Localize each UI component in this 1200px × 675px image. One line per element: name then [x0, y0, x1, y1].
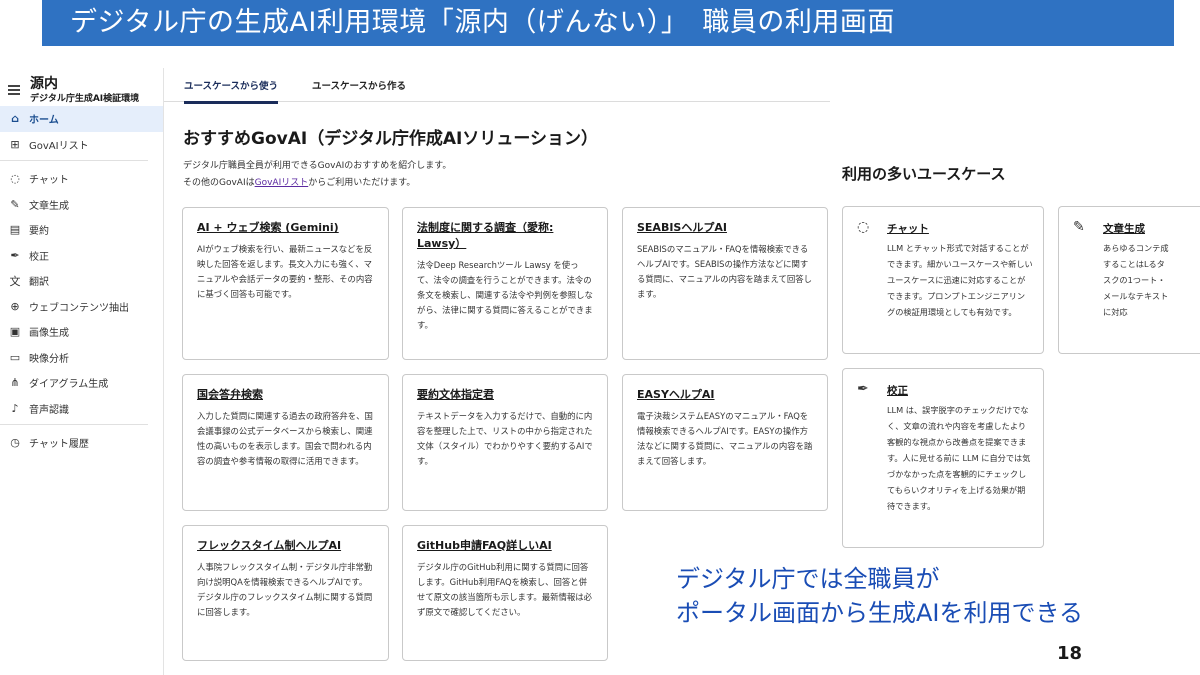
- sidebar-item-label: 映像分析: [29, 353, 69, 365]
- sidebar-item-label: 音声認識: [29, 404, 69, 416]
- video-icon: ▭: [9, 350, 21, 364]
- intro-line-1: デジタル庁職員全員が利用できるGovAIのおすすめを紹介します。: [183, 161, 452, 171]
- globe-icon: ⊕: [10, 299, 20, 313]
- tab-use-from-usecase[interactable]: ユースケースから使う: [184, 78, 279, 104]
- sidebar-item-label: 画像生成: [29, 328, 69, 340]
- intro-text-post: からご利用いただけます。: [308, 178, 416, 188]
- sidebar-item-label: ホーム: [29, 115, 59, 127]
- sidebar: 源内 デジタル庁生成AI検証環境 ⌂ ホーム ⊞ GovAIリスト ◌ チャット…: [0, 68, 164, 675]
- chat-icon: ◌: [10, 172, 20, 186]
- govai-card-easy[interactable]: EASYヘルプAI 電子決裁システムEASYのマニュアル・FAQを情報検索できる…: [622, 374, 828, 511]
- govai-card-seabis[interactable]: SEABISヘルプAI SEABISのマニュアル・FAQを情報検索できるヘルプA…: [622, 207, 828, 360]
- callout-line-1: デジタル庁では全職員が: [676, 565, 940, 593]
- sidebar-item-text-generation[interactable]: ✎ 文章生成: [0, 192, 163, 218]
- brand-name: 源内: [30, 76, 58, 92]
- card-description: SEABISのマニュアル・FAQを情報検索できるヘルプAIです。SEABISの操…: [637, 244, 812, 299]
- tab-create-from-usecase[interactable]: ユースケースから作る: [312, 78, 406, 101]
- home-icon: ⌂: [11, 112, 19, 126]
- sidebar-item-speech-recognition[interactable]: ♪ 音声認識: [0, 396, 163, 422]
- sidebar-item-label: ダイアグラム生成: [29, 379, 109, 391]
- sidebar-item-chat-history[interactable]: ◷ チャット履歴: [0, 430, 163, 456]
- sidebar-item-video-analysis[interactable]: ▭ 映像分析: [0, 345, 163, 371]
- diagram-icon: ⋔: [10, 376, 20, 390]
- card-description: テキストデータを入力するだけで、自動的に内容を整理した上で、リストの中から指定さ…: [417, 411, 593, 466]
- govai-card-flextime[interactable]: フレックスタイム制ヘルプAI 人事院フレックスタイム制・デジタル庁非常勤向け説明…: [182, 525, 389, 661]
- translate-icon: 文: [9, 274, 21, 288]
- sidebar-nav: ⌂ ホーム ⊞ GovAIリスト ◌ チャット ✎ 文章生成 ▤ 要約 ✒ 校正…: [0, 106, 163, 456]
- brand-subtitle: デジタル庁生成AI検証環境: [30, 94, 140, 104]
- pencil-icon: ✎: [1073, 219, 1085, 235]
- card-description: AIがウェブ検索を行い、最新ニュースなどを反映した回答を返します。長文入力にも強…: [197, 244, 373, 299]
- usecase-description: あらゆるコンテ成することはLるタスクの1つート・メールなテキストに対応: [1103, 243, 1169, 317]
- image-icon: ▣: [9, 325, 21, 339]
- sidebar-item-web-extraction[interactable]: ⊕ ウェブコンテンツ抽出: [0, 294, 163, 320]
- sidebar-divider: [0, 424, 148, 425]
- sidebar-item-chat[interactable]: ◌ チャット: [0, 166, 163, 192]
- card-title[interactable]: GitHub申請FAQ詳しいAI: [417, 538, 593, 554]
- slide-title-banner: デジタル庁の生成AI利用環境「源内（げんない）」 職員の利用画面: [42, 0, 1174, 46]
- usecase-title[interactable]: 校正: [887, 383, 908, 398]
- tab-bar: ユースケースから使う ユースケースから作る: [164, 68, 830, 104]
- slide-title: デジタル庁の生成AI利用環境「源内（げんない）」 職員の利用画面: [70, 7, 895, 38]
- card-description: 電子決裁システムEASYのマニュアル・FAQを情報検索できるヘルプAIです。EA…: [637, 411, 813, 466]
- govai-card-summary-style[interactable]: 要約文体指定君 テキストデータを入力するだけで、自動的に内容を整理した上で、リス…: [402, 374, 608, 511]
- card-title[interactable]: AI + ウェブ検索 (Gemini): [197, 220, 374, 236]
- callout-line-2: ポータル画面から生成AIを利用できる: [676, 599, 1084, 627]
- sidebar-item-summary[interactable]: ▤ 要約: [0, 217, 163, 243]
- usecase-card-text-generation[interactable]: ✎ 文章生成 あらゆるコンテ成することはLるタスクの1つート・メールなテキストに…: [1058, 206, 1200, 354]
- govai-card-diet-answers[interactable]: 国会答弁検索 入力した質問に関連する過去の政府答弁を、国会議事録の公式データベー…: [182, 374, 389, 511]
- sidebar-item-image-generation[interactable]: ▣ 画像生成: [0, 319, 163, 345]
- usecases-heading: 利用の多いユースケース: [842, 165, 1006, 183]
- card-description: 法令Deep Researchツール Lawsy を使って、法令の調査を行うこと…: [417, 260, 593, 330]
- sidebar-item-proofreading[interactable]: ✒ 校正: [0, 243, 163, 269]
- sidebar-item-home[interactable]: ⌂ ホーム: [0, 106, 163, 132]
- sidebar-item-label: 校正: [29, 251, 49, 263]
- grid-icon: ⊞: [10, 137, 20, 151]
- card-title[interactable]: 要約文体指定君: [417, 387, 593, 403]
- govai-card-lawsy[interactable]: 法制度に関する調査（愛称: Lawsy） 法令Deep Researchツール …: [402, 207, 608, 360]
- intro-text-pre: その他のGovAIは: [183, 178, 255, 188]
- sidebar-item-label: 翻訳: [29, 277, 49, 289]
- chat-icon: ◌: [857, 219, 870, 235]
- sidebar-item-label: チャット: [29, 175, 69, 187]
- page-title: おすすめGovAI（デジタル庁作成AIソリューション）: [183, 129, 598, 149]
- usecase-title[interactable]: 文章生成: [1103, 221, 1145, 236]
- callout-text: デジタル庁では全職員が ポータル画面から生成AIを利用できる: [676, 562, 1083, 630]
- usecase-description: LLM とチャット形式で対話することができます。細かいユースケースや新しいユース…: [887, 243, 1033, 317]
- usecase-description: LLM は、誤字脱字のチェックだけでなく、文章の流れや内容を考慮したより客観的な…: [887, 405, 1031, 511]
- history-icon: ◷: [10, 436, 20, 450]
- usecase-title[interactable]: チャット: [887, 221, 929, 236]
- intro-line-2: その他のGovAIはGovAIリストからご利用いただけます。: [183, 175, 451, 192]
- sidebar-item-label: ウェブコンテンツ抽出: [29, 302, 129, 314]
- pen-nib-icon: ✒: [10, 248, 20, 262]
- sidebar-item-label: 文章生成: [29, 200, 69, 212]
- card-description: デジタル庁のGitHub利用に関する質問に回答します。GitHub利用FAQを検…: [417, 562, 593, 617]
- sidebar-item-govai-list[interactable]: ⊞ GovAIリスト: [0, 132, 163, 158]
- card-title[interactable]: フレックスタイム制ヘルプAI: [197, 538, 374, 554]
- govai-card-web-search[interactable]: AI + ウェブ検索 (Gemini) AIがウェブ検索を行い、最新ニュースなど…: [182, 207, 389, 360]
- page-number: 18: [1057, 643, 1083, 664]
- sidebar-item-label: GovAIリスト: [29, 140, 89, 152]
- sidebar-item-translation[interactable]: 文 翻訳: [0, 268, 163, 294]
- hamburger-menu-icon[interactable]: [8, 85, 20, 95]
- sidebar-item-label: 要約: [29, 226, 49, 238]
- card-description: 人事院フレックスタイム制・デジタル庁非常勤向け説明QAを情報検索できるヘルプAI…: [197, 562, 373, 617]
- sidebar-item-diagram-generation[interactable]: ⋔ ダイアグラム生成: [0, 370, 163, 396]
- govai-card-github-faq[interactable]: GitHub申請FAQ詳しいAI デジタル庁のGitHub利用に関する質問に回答…: [402, 525, 608, 661]
- usecase-card-proofreading[interactable]: ✒ 校正 LLM は、誤字脱字のチェックだけでなく、文章の流れや内容を考慮したよ…: [842, 368, 1044, 548]
- pen-nib-icon: ✒: [857, 381, 869, 397]
- govai-list-link[interactable]: GovAIリスト: [255, 178, 309, 188]
- sidebar-divider: [0, 160, 148, 161]
- document-icon: ▤: [9, 223, 21, 237]
- card-title[interactable]: 国会答弁検索: [197, 387, 374, 403]
- pencil-icon: ✎: [10, 197, 20, 211]
- card-title[interactable]: EASYヘルプAI: [637, 387, 813, 403]
- intro-text: デジタル庁職員全員が利用できるGovAIのおすすめを紹介します。 その他のGov…: [183, 158, 451, 192]
- card-title[interactable]: SEABISヘルプAI: [637, 220, 813, 236]
- speaker-icon: ♪: [11, 401, 19, 415]
- card-description: 入力した質問に関連する過去の政府答弁を、国会議事録の公式データベースから検索し、…: [197, 411, 373, 466]
- card-title[interactable]: 法制度に関する調査（愛称: Lawsy）: [417, 220, 593, 252]
- sidebar-item-label: チャット履歴: [29, 439, 89, 451]
- usecase-card-chat[interactable]: ◌ チャット LLM とチャット形式で対話することができます。細かいユースケース…: [842, 206, 1044, 354]
